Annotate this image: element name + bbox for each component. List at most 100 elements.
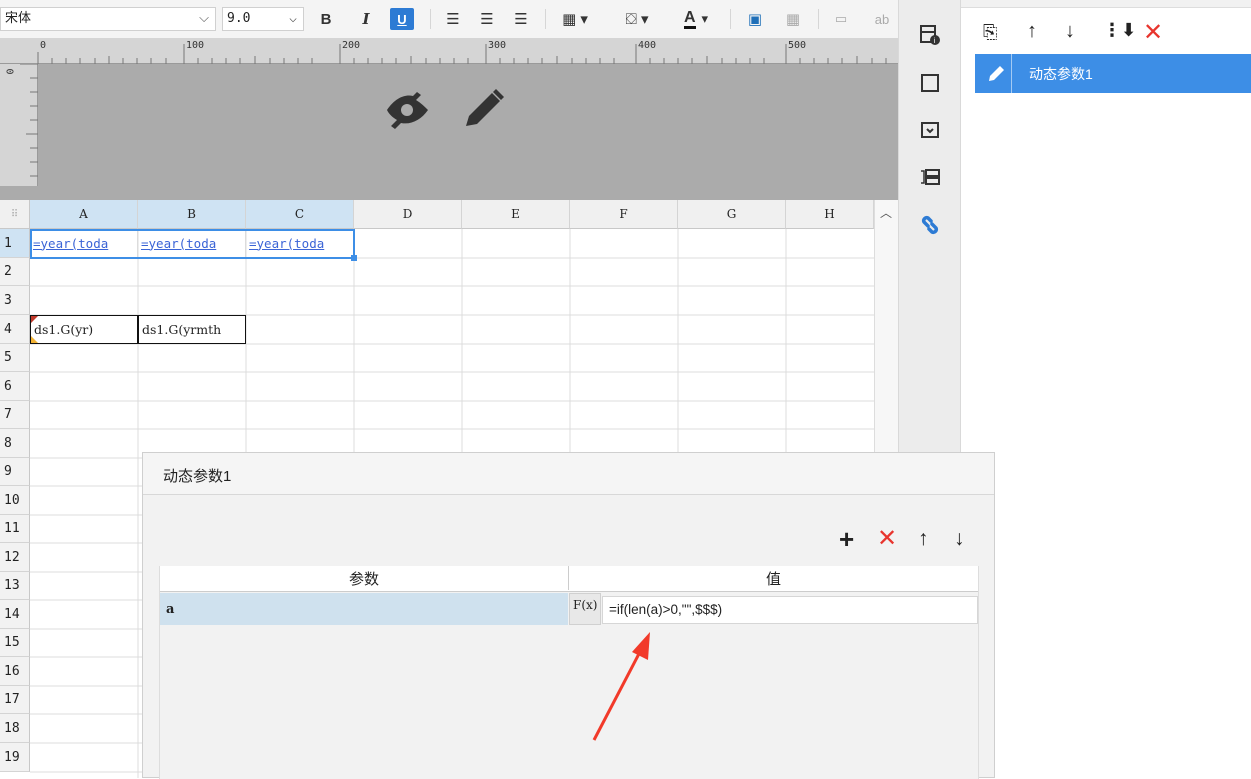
cell-b4-text: ds1.G(yrmth: [142, 322, 222, 337]
row-header[interactable]: 19: [0, 743, 30, 772]
hyperlink-icon[interactable]: [917, 212, 943, 238]
row-header[interactable]: 18: [0, 714, 30, 743]
row-header[interactable]: 9: [0, 458, 30, 486]
arrow-down-icon[interactable]: ↓: [954, 527, 974, 553]
edit-pencil-icon[interactable]: [458, 86, 506, 134]
list-item-dynamic-param-1[interactable]: 动态参数1: [975, 54, 1251, 93]
column-header-c[interactable]: C: [246, 200, 354, 229]
column-header-value: 值: [765, 570, 781, 588]
row-header[interactable]: 11: [0, 515, 30, 543]
dialog-header: 动态参数1: [143, 453, 994, 495]
row-header[interactable]: 1: [0, 229, 30, 258]
row-header[interactable]: 2: [0, 258, 30, 286]
cell-attributes-icon[interactable]: i: [917, 22, 943, 48]
align-left-icon[interactable]: ☰: [442, 8, 464, 30]
row-header[interactable]: 10: [0, 486, 30, 515]
textbox-icon[interactable]: ▭: [830, 8, 852, 30]
chevron-down-icon: ⌵: [199, 11, 209, 26]
fx-icon: F(x): [573, 598, 598, 612]
fill-handle[interactable]: [351, 255, 357, 261]
dialog-title: 动态参数1: [163, 468, 232, 485]
divider: [1011, 54, 1012, 93]
font-color-icon[interactable]: A ▾: [674, 8, 718, 30]
column-header-a[interactable]: A: [30, 200, 138, 229]
param-name-cell[interactable]: a: [160, 593, 568, 625]
row-header[interactable]: 8: [0, 429, 30, 458]
row-header[interactable]: 4: [0, 315, 30, 344]
row-header[interactable]: 17: [0, 686, 30, 714]
column-header-g[interactable]: G: [678, 200, 786, 229]
text-widget-button[interactable]: ab: [870, 8, 894, 30]
column-header-f[interactable]: F: [570, 200, 678, 229]
add-icon[interactable]: +: [839, 526, 861, 553]
cell-a4[interactable]: ds1.G(yr): [30, 315, 138, 344]
report-settings-icon[interactable]: [917, 164, 943, 190]
pencil-icon: [987, 62, 1007, 84]
column-header-e[interactable]: E: [462, 200, 570, 229]
arrow-up-icon[interactable]: ↑: [918, 527, 938, 553]
panel-tab-strip: [961, 0, 1251, 8]
row-header[interactable]: 13: [0, 572, 30, 600]
ruler-tick-label: 300: [488, 40, 507, 51]
ruler-tick-label: 100: [186, 40, 205, 51]
dynamic-param-dialog: 动态参数1 + ✕ ↑ ↓ 参数 值 a F(x) =if(len(a)>0,"…: [142, 452, 995, 779]
delete-icon[interactable]: ✕: [877, 527, 901, 553]
delete-icon[interactable]: ✕: [1143, 18, 1169, 46]
horizontal-ruler: 0 100 200 300 400 500: [0, 38, 898, 64]
font-size-value: 9.0: [227, 11, 251, 26]
row-header[interactable]: 5: [0, 344, 30, 372]
column-header-h[interactable]: H: [786, 200, 874, 229]
ruler-tick-label: 0: [40, 40, 47, 51]
column-header-d[interactable]: D: [354, 200, 462, 229]
list-item-label: 动态参数1: [1029, 66, 1093, 82]
cell-b4[interactable]: ds1.G(yrmth: [138, 315, 246, 344]
ruler-tick-label: 500: [788, 40, 807, 51]
widget-settings-icon[interactable]: [917, 70, 943, 96]
copy-icon[interactable]: ⎘: [983, 22, 1007, 48]
ruler-tick-label: 0: [3, 68, 15, 75]
vertical-ruler: 0: [0, 64, 38, 186]
row-header[interactable]: 16: [0, 657, 30, 686]
font-family-select[interactable]: 宋体 ⌵: [0, 7, 216, 31]
expand-marker-icon: [31, 316, 38, 323]
selection-outline: [30, 229, 355, 259]
fill-color-icon[interactable]: ⛋ ▾: [614, 8, 660, 30]
italic-button[interactable]: I: [356, 8, 376, 30]
row-header[interactable]: 3: [0, 286, 30, 315]
condition-marker-icon: [31, 336, 38, 343]
chevron-down-icon: ⌵: [289, 11, 297, 26]
underline-button[interactable]: U: [390, 8, 414, 30]
ruler-tick-label: 400: [638, 40, 657, 51]
arrow-down-icon[interactable]: ↓: [1065, 20, 1087, 46]
font-family-value: 宋体: [5, 11, 32, 26]
column-header-param: 参数: [160, 566, 569, 590]
move-bottom-icon[interactable]: ⋮⬇: [1103, 20, 1136, 46]
formula-fx-button[interactable]: F(x): [569, 593, 601, 625]
column-header-b[interactable]: B: [138, 200, 246, 229]
select-all-corner[interactable]: ⠿: [0, 200, 30, 229]
row-header[interactable]: 6: [0, 372, 30, 401]
align-center-icon[interactable]: ☰: [476, 8, 498, 30]
row-header[interactable]: 15: [0, 629, 30, 657]
table-icon[interactable]: ▦: [782, 8, 804, 30]
param-table: 参数 值 a F(x) =if(len(a)>0,"",$$$): [159, 566, 979, 779]
scroll-up-icon[interactable]: ︿: [880, 204, 892, 221]
table-row[interactable]: a F(x) =if(len(a)>0,"",$$$): [160, 593, 978, 625]
row-header[interactable]: 14: [0, 600, 30, 629]
bold-button[interactable]: B: [316, 8, 336, 30]
format-toolbar: 宋体 ⌵ 9.0 ⌵ B I U ☰ ☰ ☰ ▦ ▾ ⛋ ▾ A ▾ ▣ ▦ ▭ …: [0, 0, 898, 38]
param-pane-icon[interactable]: [917, 117, 943, 143]
dynamic-param-panel: ⎘ ↑ ↓ ⋮⬇ ✕ 动态参数1: [960, 0, 1251, 778]
hide-icon[interactable]: [383, 86, 433, 132]
param-value-input[interactable]: =if(len(a)>0,"",$$$): [602, 596, 978, 624]
align-right-icon[interactable]: ☰: [510, 8, 532, 30]
row-header[interactable]: 7: [0, 401, 30, 429]
cell-a4-text: ds1.G(yr): [34, 322, 94, 337]
insert-image-icon[interactable]: ▣: [744, 8, 766, 30]
font-size-select[interactable]: 9.0 ⌵: [222, 7, 304, 31]
svg-text:i: i: [934, 37, 936, 45]
table-header: 参数 值: [160, 566, 978, 592]
border-icon[interactable]: ▦ ▾: [555, 8, 595, 30]
arrow-up-icon[interactable]: ↑: [1027, 20, 1049, 46]
row-header[interactable]: 12: [0, 543, 30, 572]
